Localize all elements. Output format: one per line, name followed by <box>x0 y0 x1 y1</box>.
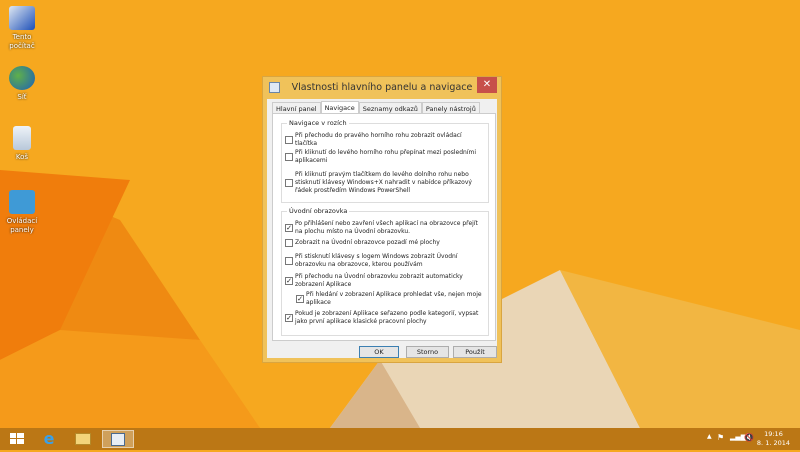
checkbox[interactable] <box>285 179 293 187</box>
checkbox[interactable] <box>285 257 293 265</box>
dialog-title: Vlastnosti hlavního panelu a navigace <box>291 82 473 93</box>
option-label: Po přihlášení nebo zavření všech aplikac… <box>295 220 478 235</box>
folder-icon <box>75 433 91 445</box>
checkbox-checked[interactable]: ✓ <box>285 314 293 322</box>
option-switch-apps-top-left[interactable]: Při kliknutí do levého horního rohu přep… <box>285 149 485 165</box>
cancel-button[interactable]: Storno <box>406 346 449 358</box>
checkbox-checked[interactable]: ✓ <box>285 277 293 285</box>
computer-icon <box>9 6 35 30</box>
option-label: Při kliknutí do levého horního rohu přep… <box>295 149 477 164</box>
icon-label: Síť <box>17 93 27 101</box>
option-label: Při kliknutí pravým tlačítkem do levého … <box>295 171 472 194</box>
navigation-tab-panel: Navigace v rozích Při přechodu do pravéh… <box>272 113 496 341</box>
internet-explorer-button[interactable]: e <box>34 430 64 448</box>
dialog-titlebar[interactable]: Vlastnosti hlavního panelu a navigace ✕ <box>263 77 501 99</box>
option-label: Při přechodu na Úvodní obrazovku zobrazi… <box>295 273 463 288</box>
taskbar: e ▲ ⚑ ▂▄▆ 🔇 19:16 8. 1. 2014 <box>0 428 800 450</box>
option-label: Zobrazit na Úvodní obrazovce pozadí mé p… <box>295 239 440 246</box>
clock[interactable]: 19:16 8. 1. 2014 <box>757 430 790 448</box>
icon-label: Tento počítač <box>9 33 35 50</box>
option-charms-top-right[interactable]: Při přechodu do pravého horního rohu zob… <box>285 132 485 148</box>
windows-logo-icon <box>10 433 24 444</box>
taskbar-navigation-properties-dialog: Vlastnosti hlavního panelu a navigace ✕ … <box>262 76 502 363</box>
taskbar-settings-icon <box>269 82 280 93</box>
option-search-everywhere[interactable]: ✓ Při hledání v zobrazení Aplikace prohle… <box>296 291 484 307</box>
option-start-on-current-display[interactable]: Při stisknutí klávesy s logem Windows zo… <box>285 253 485 269</box>
desktop-icon-control-panel[interactable]: Ovládací panely <box>0 190 44 235</box>
desktop-icon-recycle-bin[interactable]: Koš <box>0 126 44 162</box>
checkbox-checked[interactable]: ✓ <box>285 224 293 232</box>
option-desktop-apps-first[interactable]: ✓ Pokud je zobrazení Aplikace seřazeno po… <box>285 310 485 326</box>
option-show-apps-view[interactable]: ✓ Při přechodu na Úvodní obrazovku zobraz… <box>285 273 485 289</box>
clock-time: 19:16 <box>764 430 783 438</box>
close-button[interactable]: ✕ <box>477 77 497 93</box>
option-powershell-winx[interactable]: Při kliknutí pravým tlačítkem do levého … <box>285 171 485 195</box>
network-icon <box>9 66 35 90</box>
option-label: Pokud je zobrazení Aplikace seřazeno pod… <box>295 310 479 325</box>
clock-date: 8. 1. 2014 <box>756 439 790 447</box>
option-label: Při hledání v zobrazení Aplikace prohled… <box>306 291 482 306</box>
icon-label: Koš <box>15 153 29 161</box>
taskbar-settings-icon <box>111 433 125 446</box>
checkbox[interactable] <box>285 136 293 144</box>
checkbox-checked[interactable]: ✓ <box>296 295 304 303</box>
option-go-to-desktop[interactable]: ✓ Po přihlášení nebo zavření všech aplika… <box>285 220 485 236</box>
start-screen-group: Úvodní obrazovka ✓ Po přihlášení nebo zav… <box>281 207 489 336</box>
corner-navigation-group: Navigace v rozích Při přechodu do pravéh… <box>281 119 489 203</box>
desktop-icon-this-pc[interactable]: Tento počítač <box>0 6 44 51</box>
flag-icon[interactable]: ⚑ <box>717 433 724 442</box>
apply-button[interactable]: Použít <box>453 346 497 358</box>
desktop-icon-network[interactable]: Síť <box>0 66 44 102</box>
recycle-bin-icon <box>13 126 31 150</box>
checkbox[interactable] <box>285 153 293 161</box>
option-label: Při stisknutí klávesy s logem Windows zo… <box>295 253 458 268</box>
icon-label: Ovládací panely <box>6 217 38 234</box>
option-label: Při přechodu do pravého horního rohu zob… <box>295 132 462 147</box>
checkbox[interactable] <box>285 239 293 247</box>
file-explorer-button[interactable] <box>68 430 98 448</box>
start-button[interactable] <box>2 430 32 448</box>
volume-muted-icon[interactable]: 🔇 <box>744 433 754 442</box>
group-label: Úvodní obrazovka <box>287 207 350 215</box>
ok-button[interactable]: OK <box>359 346 399 358</box>
chevron-up-icon[interactable]: ▲ <box>707 433 712 440</box>
internet-explorer-icon: e <box>43 429 55 448</box>
group-label: Navigace v rozích <box>287 119 349 127</box>
taskbar-properties-button[interactable] <box>102 430 134 448</box>
option-desktop-background-start[interactable]: Zobrazit na Úvodní obrazovce pozadí mé p… <box>285 239 485 247</box>
control-panel-icon <box>9 190 35 214</box>
